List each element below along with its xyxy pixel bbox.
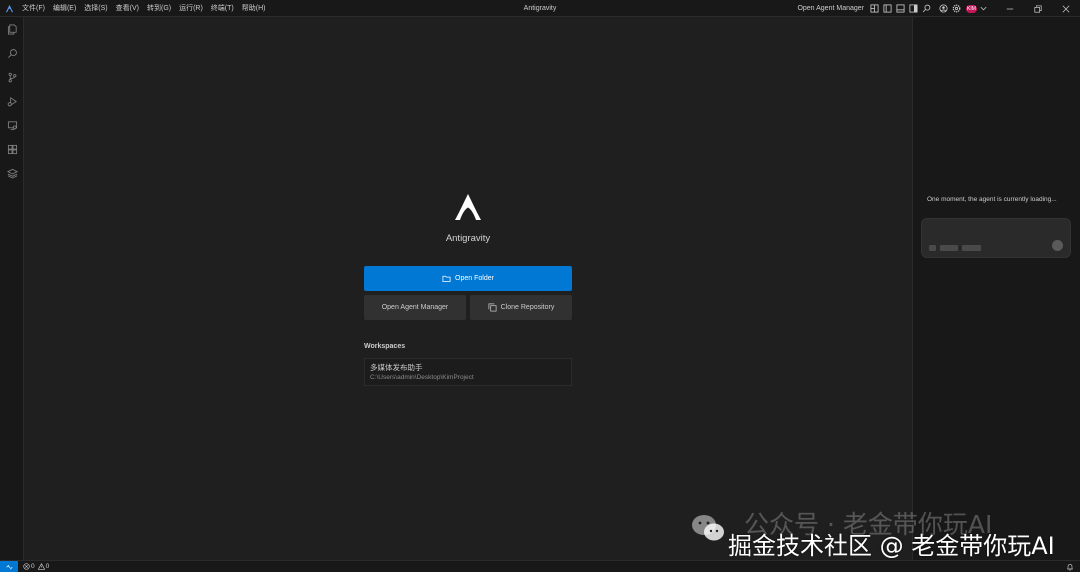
agent-panel bbox=[912, 17, 1080, 560]
search-icon[interactable] bbox=[921, 3, 932, 14]
workspace-path: C:\Users\admin\Desktop\KimProject bbox=[370, 374, 474, 381]
antigravity-logo-icon bbox=[455, 194, 481, 220]
agent-loading-text: One moment, the agent is currently loadi… bbox=[927, 196, 1057, 203]
menu-view[interactable]: 查看(V) bbox=[112, 0, 143, 17]
activity-bar bbox=[0, 17, 24, 560]
restore-button[interactable] bbox=[1024, 0, 1052, 17]
app-logo-icon bbox=[0, 0, 18, 17]
remote-explorer-icon[interactable] bbox=[0, 113, 24, 137]
menu-go[interactable]: 转到(G) bbox=[143, 0, 175, 17]
problems-status[interactable]: 0 0 bbox=[23, 563, 49, 570]
status-bar: 0 0 bbox=[0, 560, 1080, 572]
menu-run[interactable]: 运行(R) bbox=[175, 0, 207, 17]
error-count: 0 bbox=[31, 563, 35, 570]
open-agent-manager-button[interactable]: Open Agent Manager bbox=[364, 295, 466, 320]
remote-indicator[interactable] bbox=[0, 560, 18, 572]
toggle-primary-sidebar-icon[interactable] bbox=[882, 3, 893, 14]
title-bar: 文件(F) 编辑(E) 选择(S) 查看(V) 转到(G) 运行(R) 终端(T… bbox=[0, 0, 1080, 17]
watermark-front-text: 掘金技术社区 @ 老金带你玩AI bbox=[728, 532, 1055, 560]
menu-terminal[interactable]: 终端(T) bbox=[207, 0, 238, 17]
explorer-icon[interactable] bbox=[0, 17, 24, 41]
minimize-button[interactable] bbox=[996, 0, 1024, 17]
skeleton-block bbox=[962, 245, 981, 251]
app-name: Antigravity bbox=[445, 233, 491, 244]
close-button[interactable] bbox=[1052, 0, 1080, 17]
clone-repository-button[interactable]: Clone Repository bbox=[470, 295, 572, 320]
toggle-panel-icon[interactable] bbox=[895, 3, 906, 14]
warning-icon bbox=[37, 563, 45, 570]
open-folder-label: Open Folder bbox=[455, 275, 494, 282]
open-agent-manager-link[interactable]: Open Agent Manager bbox=[797, 5, 864, 12]
skeleton-block bbox=[940, 245, 958, 251]
accounts-icon[interactable] bbox=[938, 3, 949, 14]
layers-icon[interactable] bbox=[0, 161, 24, 185]
workspace-name: 多媒体发布助手 bbox=[370, 363, 423, 372]
send-button[interactable] bbox=[1052, 240, 1063, 251]
chevron-down-icon[interactable] bbox=[978, 3, 989, 14]
gear-icon[interactable] bbox=[951, 3, 962, 14]
search-icon[interactable] bbox=[0, 41, 24, 65]
menu-file[interactable]: 文件(F) bbox=[18, 0, 49, 17]
error-icon bbox=[23, 563, 30, 570]
workspaces-heading: Workspaces bbox=[364, 343, 406, 350]
menu-selection[interactable]: 选择(S) bbox=[80, 0, 111, 17]
menu-bar: 文件(F) 编辑(E) 选择(S) 查看(V) 转到(G) 运行(R) 终端(T… bbox=[18, 0, 269, 17]
run-debug-icon[interactable] bbox=[0, 89, 24, 113]
clone-repository-label: Clone Repository bbox=[500, 304, 555, 311]
open-folder-button[interactable]: Open Folder bbox=[364, 266, 572, 291]
extensions-icon[interactable] bbox=[0, 137, 24, 161]
menu-edit[interactable]: 编辑(E) bbox=[49, 0, 80, 17]
wechat-logo-icon bbox=[692, 515, 724, 541]
layout-customize-icon[interactable] bbox=[869, 3, 880, 14]
open-agent-manager-label: Open Agent Manager bbox=[381, 304, 449, 311]
workspace-item[interactable]: 多媒体发布助手 C:\Users\admin\Desktop\KimProjec… bbox=[364, 358, 572, 386]
remote-icon bbox=[5, 564, 13, 570]
avatar[interactable]: KIM bbox=[966, 4, 977, 13]
agent-input-skeleton[interactable] bbox=[921, 218, 1071, 258]
bell-icon[interactable] bbox=[1066, 563, 1074, 571]
copy-icon bbox=[488, 303, 497, 312]
source-control-icon[interactable] bbox=[0, 65, 24, 89]
title-bar-actions: Open Agent Manager KIM bbox=[797, 0, 1080, 17]
toggle-secondary-sidebar-icon[interactable] bbox=[908, 3, 919, 14]
warning-count: 0 bbox=[45, 563, 50, 570]
folder-icon bbox=[442, 275, 451, 283]
menu-help[interactable]: 帮助(H) bbox=[238, 0, 270, 17]
skeleton-block bbox=[929, 245, 936, 251]
